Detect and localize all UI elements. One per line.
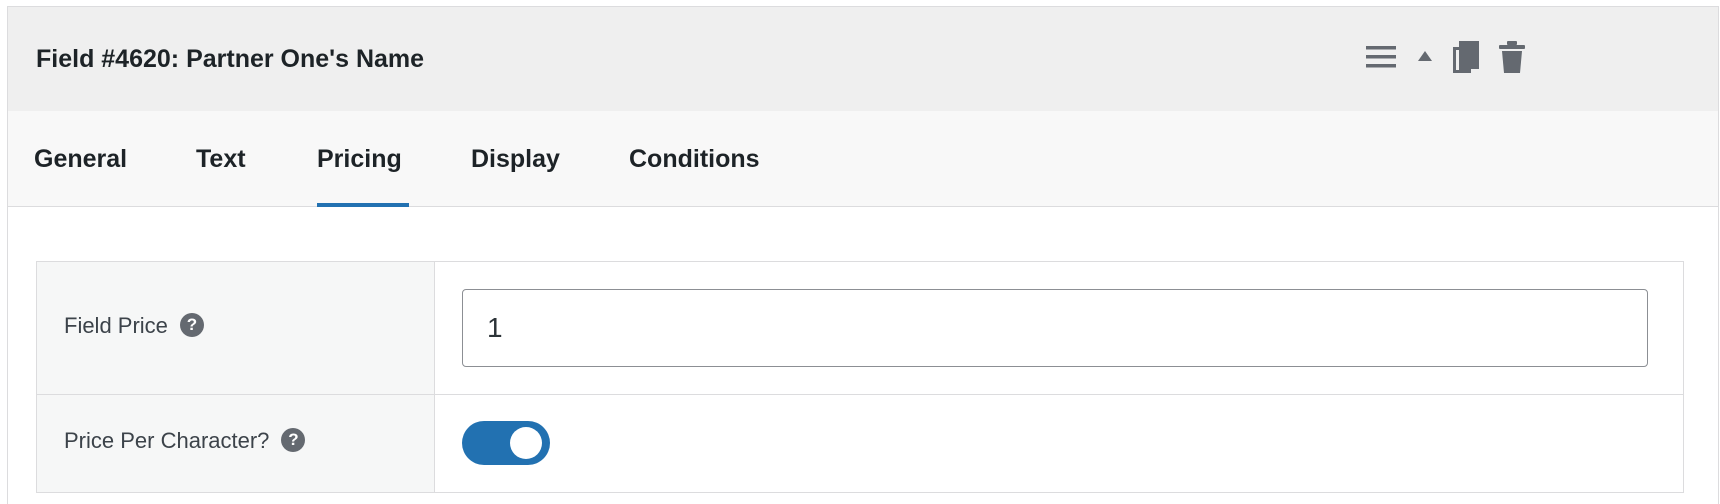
tab-general[interactable]: General (34, 111, 136, 207)
tab-display-label: Display (471, 145, 560, 173)
field-title: Field #4620: Partner One's Name (36, 45, 425, 73)
field-price-label: Field Price (64, 313, 168, 338)
trash-icon[interactable] (1499, 41, 1525, 78)
tab-text-label: Text (196, 145, 246, 173)
field-price-input[interactable] (462, 289, 1648, 367)
price-per-character-label-cell: Price Per Character?? (37, 395, 435, 492)
help-icon[interactable]: ? (179, 313, 204, 338)
tab-bar: General Text Pricing Display Conditions (8, 111, 1718, 207)
price-per-character-row: Price Per Character?? (37, 395, 1683, 492)
menu-icon[interactable] (1366, 45, 1396, 74)
help-icon[interactable]: ? (281, 428, 306, 453)
price-per-character-value-cell (435, 395, 1683, 492)
price-per-character-toggle[interactable] (462, 421, 550, 465)
pricing-settings-table: Field Price? Price Per Character?? (36, 261, 1684, 493)
field-price-row: Field Price? (37, 262, 1683, 395)
tab-display[interactable]: Display (471, 111, 567, 207)
field-price-label-cell: Field Price? (37, 262, 435, 394)
field-panel: Field #4620: Partner One's Name General … (7, 6, 1719, 504)
tab-content: Field Price? Price Per Character?? (8, 207, 1718, 504)
collapse-arrow-icon[interactable] (1416, 49, 1434, 68)
tab-conditions[interactable]: Conditions (629, 111, 769, 207)
tab-conditions-label: Conditions (629, 145, 760, 173)
toggle-knob (510, 427, 542, 459)
tab-general-label: General (34, 145, 128, 173)
price-per-character-label-wrap: Price Per Character?? (64, 428, 306, 454)
field-price-label-wrap: Field Price? (64, 313, 204, 339)
tab-pricing-label: Pricing (317, 145, 402, 173)
field-header[interactable]: Field #4620: Partner One's Name (8, 7, 1718, 111)
tab-text[interactable]: Text (196, 111, 256, 207)
tab-pricing[interactable]: Pricing (317, 111, 409, 207)
field-price-value-cell (435, 262, 1683, 394)
duplicate-icon[interactable] (1453, 41, 1479, 78)
price-per-character-label: Price Per Character? (64, 428, 270, 453)
